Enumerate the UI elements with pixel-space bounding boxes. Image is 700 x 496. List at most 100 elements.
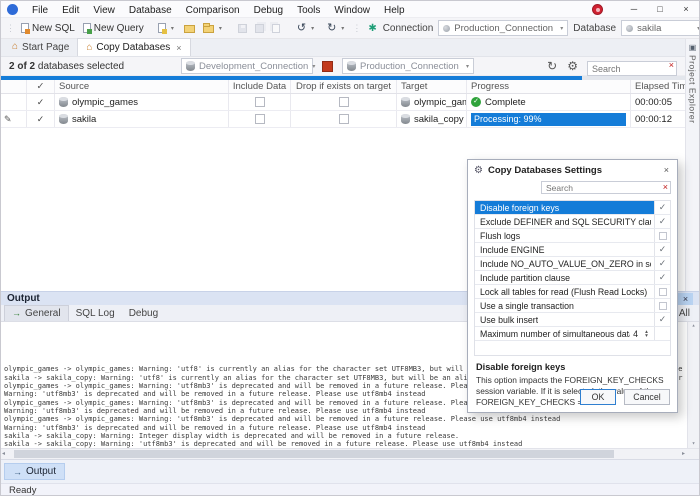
- project-explorer-tab[interactable]: ▣ Project Explorer: [686, 39, 699, 124]
- settings-option[interactable]: Include partition clause ✓: [475, 271, 670, 285]
- dialog-title-bar[interactable]: ⚙ Copy Databases Settings ×: [468, 160, 677, 180]
- trial-badge-icon[interactable]: [592, 3, 603, 15]
- chevron-down-icon[interactable]: ▾: [309, 25, 316, 32]
- spinner-control[interactable]: ▴ ▾: [642, 329, 651, 339]
- menu-item[interactable]: View: [86, 5, 122, 16]
- menu-item[interactable]: Comparison: [179, 5, 247, 16]
- drop-if-exists-checkbox[interactable]: [338, 114, 349, 124]
- output-horizontal-scrollbar[interactable]: ◂ ▸: [1, 448, 699, 459]
- database-select[interactable]: sakila ▾: [621, 20, 699, 36]
- new-project-button[interactable]: ▾: [154, 19, 180, 37]
- row-olympic-games[interactable]: ✓ olympic_games olympic_games Complete 0…: [1, 94, 685, 111]
- option-checkbox[interactable]: [658, 301, 667, 310]
- tab-copy-databases[interactable]: ⌂ Copy Databases ×: [77, 38, 191, 56]
- grid-header-progress[interactable]: Progress: [467, 80, 631, 93]
- option-checkmark[interactable]: ✓: [659, 258, 667, 269]
- target-connection-select[interactable]: Production_Connection ▾: [342, 58, 474, 74]
- grid-header-target[interactable]: Target: [397, 80, 467, 93]
- settings-option[interactable]: Exclude DEFINER and SQL SECURITY clauses…: [475, 215, 670, 229]
- tab-debug[interactable]: Debug: [122, 305, 165, 321]
- option-checkbox[interactable]: [658, 287, 667, 296]
- new-sql-button[interactable]: New SQL: [17, 19, 79, 37]
- option-checkmark[interactable]: ✓: [659, 216, 667, 227]
- option-checkmark[interactable]: ✓: [659, 202, 667, 213]
- ok-button[interactable]: OK: [580, 389, 616, 405]
- window-minimize-button[interactable]: ─: [621, 1, 647, 17]
- option-checkmark[interactable]: ✓: [659, 244, 667, 255]
- menu-item[interactable]: Tools: [290, 5, 327, 16]
- include-data-checkbox[interactable]: [254, 114, 265, 124]
- project-explorer-label: Project Explorer: [687, 55, 698, 124]
- menu-item[interactable]: Debug: [247, 5, 290, 16]
- menu-item[interactable]: File: [25, 5, 55, 16]
- row-checkbox[interactable]: ✓: [37, 114, 45, 125]
- settings-option[interactable]: Include ENGINE ✓: [475, 243, 670, 257]
- output-close-button[interactable]: ×: [678, 292, 693, 305]
- row-sakila[interactable]: ✎ ✓ sakila sakila_copy Processing: 99% 0…: [1, 111, 685, 128]
- tab-general[interactable]: → General: [4, 305, 69, 321]
- settings-option[interactable]: Maximum number of simultaneous database …: [475, 327, 670, 341]
- window-close-button[interactable]: ×: [673, 1, 699, 17]
- source-connection-select[interactable]: Development_Connection ▾: [181, 58, 315, 74]
- output-dock-button[interactable]: → Output: [4, 463, 66, 480]
- redo-button[interactable]: ↻ ▾: [320, 19, 350, 37]
- chevron-down-icon[interactable]: ▾: [560, 25, 563, 32]
- include-data-checkbox[interactable]: [254, 97, 265, 107]
- grid-header-source[interactable]: Source: [55, 80, 229, 93]
- open-project-button[interactable]: ▾: [199, 19, 228, 37]
- menu-item[interactable]: Window: [327, 5, 377, 16]
- grid-header-drop[interactable]: Drop if exists on target: [291, 80, 397, 93]
- option-checkbox[interactable]: [658, 231, 667, 240]
- close-icon[interactable]: ×: [176, 43, 181, 53]
- row-checkbox[interactable]: ✓: [37, 97, 45, 108]
- clipped-all-button[interactable]: All: [679, 308, 690, 319]
- scroll-down-icon[interactable]: ▾: [688, 440, 699, 448]
- settings-option[interactable]: Use a single transaction: [475, 299, 670, 313]
- settings-option[interactable]: Lock all tables for read (Flush Read Loc…: [475, 285, 670, 299]
- drop-if-exists-checkbox[interactable]: [338, 97, 349, 107]
- chevron-down-icon[interactable]: ▾: [339, 25, 346, 32]
- clear-search-icon[interactable]: ×: [663, 182, 668, 192]
- settings-option[interactable]: Use bulk insert ✓: [475, 313, 670, 327]
- tab-sql-log[interactable]: SQL Log: [69, 305, 122, 321]
- output-vertical-scrollbar[interactable]: ▴ ▾: [687, 322, 699, 448]
- dialog-close-button[interactable]: ×: [662, 165, 671, 175]
- undo-button[interactable]: ↺ ▾: [290, 19, 320, 37]
- save-all-button[interactable]: [251, 19, 268, 37]
- menu-item[interactable]: Database: [122, 5, 179, 16]
- settings-option[interactable]: Flush logs: [475, 229, 670, 243]
- chevron-down-icon[interactable]: ▾: [169, 25, 176, 32]
- scrollbar-thumb[interactable]: [14, 450, 614, 458]
- settings-option[interactable]: Disable foreign keys ✓: [475, 201, 670, 215]
- scroll-left-icon[interactable]: ◂: [2, 450, 5, 457]
- window-maximize-button[interactable]: □: [647, 1, 673, 17]
- settings-option[interactable]: Include NO_AUTO_VALUE_ON_ZERO in script …: [475, 257, 670, 271]
- new-connection-icon[interactable]: ✱: [368, 23, 376, 34]
- search-input[interactable]: [587, 61, 677, 76]
- menu-item[interactable]: Help: [377, 5, 412, 16]
- chevron-down-icon[interactable]: ▾: [312, 63, 315, 70]
- chevron-down-icon[interactable]: ▾: [466, 63, 469, 70]
- refresh-icon[interactable]: ↻: [547, 58, 557, 74]
- option-checkmark[interactable]: ✓: [659, 272, 667, 283]
- open-file-button[interactable]: [180, 19, 199, 37]
- connection-select[interactable]: Production_Connection ▾: [438, 20, 569, 36]
- menu-item[interactable]: Edit: [55, 5, 86, 16]
- scroll-up-icon[interactable]: ▴: [688, 322, 699, 330]
- settings-search-input[interactable]: [541, 181, 671, 194]
- new-query-button[interactable]: New Query: [79, 19, 148, 37]
- clear-search-icon[interactable]: ×: [669, 60, 674, 70]
- gear-icon[interactable]: ⚙: [567, 58, 578, 74]
- option-checkmark[interactable]: ✓: [659, 314, 667, 325]
- cancel-button[interactable]: Cancel: [624, 389, 670, 405]
- grid-header-check[interactable]: ✓: [27, 80, 55, 93]
- scroll-right-icon[interactable]: ▸: [682, 450, 685, 457]
- grid-header-include-data[interactable]: Include Data: [229, 80, 291, 93]
- chevron-down-icon[interactable]: ▾: [217, 25, 224, 32]
- grid-header-elapsed[interactable]: Elapsed Time: [631, 80, 687, 93]
- tab-start-page[interactable]: ⌂ Start Page: [4, 38, 77, 56]
- spin-down-icon[interactable]: ▾: [645, 333, 648, 339]
- copy-button[interactable]: [268, 19, 284, 37]
- save-button[interactable]: [234, 19, 251, 37]
- stop-button[interactable]: [322, 60, 333, 72]
